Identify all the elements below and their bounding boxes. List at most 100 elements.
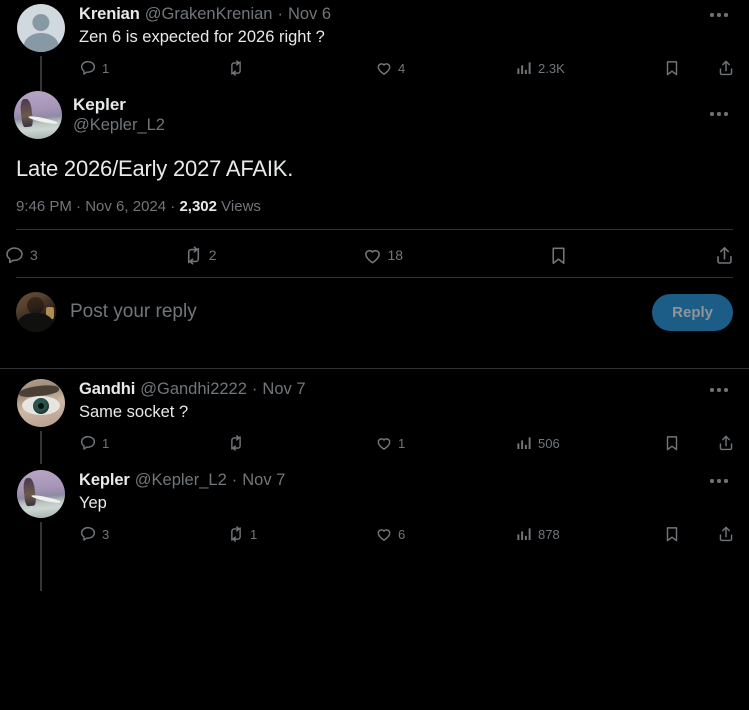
- views-number: 2,302: [179, 198, 217, 215]
- heart-icon: [377, 63, 391, 75]
- like-action[interactable]: 18: [362, 245, 403, 266]
- like-action[interactable]: 4: [375, 59, 515, 77]
- more-options-button[interactable]: [703, 4, 735, 26]
- analytics-bars-icon: [517, 528, 531, 540]
- post-text: Zen 6 is expected for 2026 right ?: [79, 28, 325, 46]
- repost-icon: [231, 435, 241, 451]
- reply-count: 1: [102, 60, 110, 76]
- post-date[interactable]: Nov 7: [262, 379, 305, 400]
- reply-icon: [80, 435, 96, 450]
- separator-dot: ·: [251, 380, 258, 398]
- avatar[interactable]: [17, 470, 65, 518]
- reply-header: Kepler @Kepler_L2 · Nov 7: [79, 470, 735, 491]
- ellipsis-dot-icon: [710, 13, 714, 17]
- reply-actions: 3 1 6 878: [79, 517, 735, 551]
- focus-post-divider-top: [16, 229, 733, 230]
- repost-icon: [231, 526, 241, 542]
- analytics-bars-icon: [517, 437, 531, 449]
- reply-action[interactable]: 1: [79, 434, 227, 452]
- bookmark-icon: [552, 247, 565, 264]
- repost-count: 2: [208, 247, 217, 263]
- reply-action[interactable]: 3: [79, 525, 227, 543]
- reply-post[interactable]: Gandhi @Gandhi2222 · Nov 7 Same socket ?…: [0, 369, 749, 464]
- reply-submit-button[interactable]: Reply: [652, 293, 733, 331]
- reply-gutter: [14, 379, 68, 464]
- ellipsis-dot-icon: [717, 13, 721, 17]
- thread-connector-line: [40, 522, 42, 591]
- repost-icon: [231, 60, 241, 76]
- focus-post-divider-bottom: [16, 277, 733, 278]
- avatar[interactable]: [14, 91, 62, 139]
- user-handle[interactable]: @Kepler_L2: [135, 470, 227, 491]
- reply-count: 1: [102, 435, 110, 451]
- repost-action[interactable]: 1: [227, 525, 375, 543]
- share-action[interactable]: [717, 434, 735, 452]
- post-time: 9:46 PM: [16, 198, 72, 215]
- more-options-button[interactable]: [703, 103, 735, 125]
- separator-dot: ·: [277, 5, 283, 23]
- views-count: 506: [538, 435, 560, 451]
- composer-bottom-spacer: [0, 346, 749, 368]
- bookmark-action[interactable]: [663, 59, 703, 77]
- avatar[interactable]: [17, 4, 65, 52]
- like-count: 1: [398, 435, 406, 451]
- more-options-button[interactable]: [703, 379, 735, 401]
- views-label: Views: [221, 198, 261, 215]
- repost-action[interactable]: 2: [183, 245, 217, 266]
- bookmark-action[interactable]: [663, 525, 703, 543]
- share-icon: [719, 435, 733, 451]
- repost-action[interactable]: [227, 59, 375, 77]
- ellipsis-dot-icon: [717, 112, 721, 116]
- post-date[interactable]: Nov 6: [288, 4, 331, 25]
- share-action[interactable]: [717, 59, 735, 77]
- views-action[interactable]: 2.3K: [515, 59, 663, 77]
- like-count: 4: [398, 60, 406, 76]
- parent-post-actions: 1 4 2.3K: [79, 51, 735, 85]
- analytics-bars-icon: [517, 62, 531, 74]
- share-icon: [717, 246, 732, 264]
- like-action[interactable]: 6: [375, 525, 515, 543]
- reply-composer[interactable]: Post your reply Reply: [0, 278, 749, 346]
- avatar[interactable]: [17, 379, 65, 427]
- bookmark-icon: [666, 436, 678, 451]
- views-action[interactable]: 878: [515, 525, 663, 543]
- reply-post[interactable]: Kepler @Kepler_L2 · Nov 7 Yep 3 1 6 878: [0, 460, 749, 591]
- bookmark-action[interactable]: [663, 434, 703, 452]
- parent-post-body: Krenian @GrakenKrenian · Nov 6 Zen 6 is …: [68, 4, 735, 85]
- focus-post-identity: Kepler @Kepler_L2: [62, 91, 165, 139]
- views-action[interactable]: 506: [515, 434, 663, 452]
- display-name[interactable]: Krenian: [79, 4, 140, 25]
- parent-post[interactable]: Krenian @GrakenKrenian · Nov 6 Zen 6 is …: [0, 0, 749, 91]
- more-options-button[interactable]: [703, 470, 735, 492]
- post-date[interactable]: Nov 7: [242, 470, 285, 491]
- repost-action[interactable]: [227, 434, 375, 452]
- like-action[interactable]: 1: [375, 434, 515, 452]
- separator-dot: ·: [76, 198, 82, 215]
- share-action[interactable]: [717, 525, 735, 543]
- focus-post-text: Late 2026/Early 2027 AFAIK.: [16, 156, 294, 181]
- reply-action[interactable]: 3: [4, 245, 38, 266]
- reply-icon: [80, 60, 96, 75]
- views-count: 2.3K: [538, 60, 565, 76]
- share-icon: [719, 60, 733, 76]
- kepler-artwork-avatar-icon: [17, 470, 65, 518]
- share-action[interactable]: [714, 245, 735, 266]
- heart-icon: [364, 249, 380, 263]
- ellipsis-dot-icon: [724, 388, 728, 392]
- post-date: Nov 6, 2024: [85, 198, 167, 215]
- reply-input[interactable]: Post your reply: [68, 301, 640, 323]
- user-handle[interactable]: @Gandhi2222: [140, 379, 247, 400]
- bookmark-action[interactable]: [548, 245, 569, 266]
- views-count: 878: [538, 526, 560, 542]
- current-user-avatar[interactable]: [16, 292, 56, 332]
- ellipsis-dot-icon: [724, 479, 728, 483]
- display-name[interactable]: Kepler: [73, 95, 165, 115]
- user-handle[interactable]: @GrakenKrenian: [145, 4, 273, 25]
- display-name[interactable]: Gandhi: [79, 379, 135, 400]
- user-handle[interactable]: @Kepler_L2: [73, 115, 165, 135]
- focus-post: Kepler @Kepler_L2 Late 2026/Early 2027 A…: [0, 85, 749, 278]
- ellipsis-dot-icon: [724, 13, 728, 17]
- reply-action[interactable]: 1: [79, 59, 227, 77]
- focus-post-metadata: 9:46 PM · Nov 6, 2024 · 2,302 Views: [0, 183, 749, 229]
- display-name[interactable]: Kepler: [79, 470, 130, 491]
